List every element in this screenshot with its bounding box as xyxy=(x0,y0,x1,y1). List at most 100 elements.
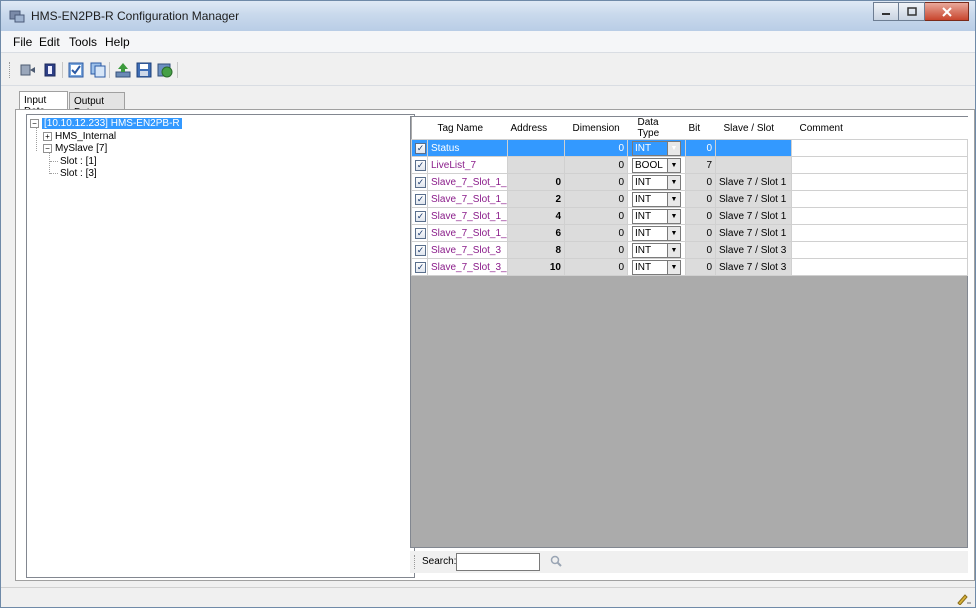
dropdown-arrow-icon[interactable]: ▼ xyxy=(667,141,680,155)
bit-cell[interactable]: 0 xyxy=(685,224,716,242)
column-header-data-type[interactable]: Data Type xyxy=(627,117,686,140)
dimension-cell[interactable]: 0 xyxy=(564,139,628,157)
tab-output-data[interactable]: Output Data xyxy=(69,92,125,118)
dimension-cell[interactable]: 0 xyxy=(564,173,628,191)
search-bar-grip[interactable] xyxy=(414,555,415,569)
tree-node-slave[interactable]: − MySlave [7] xyxy=(43,142,107,155)
dimension-cell[interactable]: 0 xyxy=(564,224,628,242)
column-header-tag-name[interactable]: Tag Name xyxy=(427,117,508,140)
data-type-dropdown[interactable]: INT ▼ xyxy=(632,208,681,224)
tag-name-cell[interactable]: LiveList_7 xyxy=(427,156,508,174)
search-icon[interactable] xyxy=(550,555,562,570)
menu-edit[interactable]: Edit xyxy=(39,35,60,49)
column-header-dimension[interactable]: Dimension xyxy=(564,117,628,140)
data-type-cell[interactable]: BOOL ▼ xyxy=(627,156,686,174)
tag-name-cell[interactable]: Slave_7_Slot_3 xyxy=(427,241,508,259)
data-type-cell[interactable]: INT ▼ xyxy=(627,190,686,208)
close-button[interactable] xyxy=(925,2,969,21)
check-all-button[interactable] xyxy=(67,61,85,79)
data-type-cell[interactable]: INT ▼ xyxy=(627,224,686,242)
tag-name-cell[interactable]: Slave_7_Slot_1_4 xyxy=(427,224,508,242)
bit-cell[interactable]: 0 xyxy=(685,241,716,259)
collapse-icon[interactable]: − xyxy=(30,118,39,128)
menu-tools[interactable]: Tools xyxy=(69,35,97,49)
column-header-bit[interactable]: Bit xyxy=(685,117,716,140)
refresh-button[interactable] xyxy=(156,61,174,79)
comment-cell[interactable] xyxy=(791,190,968,208)
comment-cell[interactable] xyxy=(791,224,968,242)
comment-cell[interactable] xyxy=(791,207,968,225)
column-header-slave-slot[interactable]: Slave / Slot xyxy=(715,117,792,140)
column-header-address[interactable]: Address xyxy=(507,117,565,140)
copy-button[interactable] xyxy=(89,61,107,79)
table-row[interactable]: ✓ Slave_7_Slot_1_3 4 0 INT ▼ 0 Slave 7 / Slot 1 xyxy=(411,207,968,225)
row-checkbox[interactable]: ✓ xyxy=(411,139,428,157)
dimension-cell[interactable]: 0 xyxy=(564,190,628,208)
row-checkbox[interactable]: ✓ xyxy=(411,156,428,174)
dimension-cell[interactable]: 0 xyxy=(564,241,628,259)
data-type-dropdown[interactable]: INT ▼ xyxy=(632,242,681,258)
minimize-button[interactable] xyxy=(873,2,899,21)
dropdown-arrow-icon[interactable]: ▼ xyxy=(667,243,680,257)
maximize-button[interactable] xyxy=(899,2,925,21)
data-type-dropdown[interactable]: BOOL ▼ xyxy=(632,157,681,173)
data-type-dropdown[interactable]: INT ▼ xyxy=(632,140,681,156)
dropdown-arrow-icon[interactable]: ▼ xyxy=(667,226,680,240)
column-header-comment[interactable]: Comment xyxy=(791,117,968,140)
dropdown-arrow-icon[interactable]: ▼ xyxy=(667,158,680,172)
dimension-cell[interactable]: 0 xyxy=(564,207,628,225)
row-checkbox[interactable]: ✓ xyxy=(411,241,428,259)
bit-cell[interactable]: 0 xyxy=(685,173,716,191)
data-type-cell[interactable]: INT ▼ xyxy=(627,139,686,157)
comment-cell[interactable] xyxy=(791,156,968,174)
tag-name-cell[interactable]: Status xyxy=(427,139,508,157)
expand-icon[interactable]: + xyxy=(43,131,52,141)
comment-cell[interactable] xyxy=(791,139,968,157)
data-type-cell[interactable]: INT ▼ xyxy=(627,173,686,191)
row-checkbox[interactable]: ✓ xyxy=(411,224,428,242)
bit-cell[interactable]: 0 xyxy=(685,207,716,225)
collapse-icon[interactable]: − xyxy=(43,143,52,153)
row-checkbox[interactable]: ✓ xyxy=(411,207,428,225)
dropdown-arrow-icon[interactable]: ▼ xyxy=(667,175,680,189)
resize-grip-icon[interactable] xyxy=(955,591,971,608)
table-row[interactable]: ✓ Slave_7_Slot_1_1 0 0 INT ▼ 0 Slave 7 / Slot 1 xyxy=(411,173,968,191)
toolbar-grip[interactable] xyxy=(9,62,12,78)
table-row[interactable]: ✓ Status 0 INT ▼ 0 xyxy=(411,139,968,157)
device-tree[interactable]: − [10.10.12.233] HMS-EN2PB-R + HMS_Interna… xyxy=(26,114,415,578)
tag-name-cell[interactable]: Slave_7_Slot_3_1 xyxy=(427,258,508,276)
menu-file[interactable]: File xyxy=(13,35,32,49)
table-row[interactable]: ✓ Slave_7_Slot_3_1 10 0 INT ▼ 0 Slave 7 / Slot … xyxy=(411,258,968,276)
title-bar[interactable]: HMS-EN2PB-R Configuration Manager xyxy=(1,1,975,31)
data-type-dropdown[interactable]: INT ▼ xyxy=(632,225,681,241)
table-row[interactable]: ✓ Slave_7_Slot_1_4 6 0 INT ▼ 0 Slave 7 / Slot 1 xyxy=(411,224,968,242)
dimension-cell[interactable]: 0 xyxy=(564,156,628,174)
data-type-cell[interactable]: INT ▼ xyxy=(627,207,686,225)
comment-cell[interactable] xyxy=(791,173,968,191)
dropdown-arrow-icon[interactable]: ▼ xyxy=(667,192,680,206)
row-checkbox[interactable]: ✓ xyxy=(411,258,428,276)
dimension-cell[interactable]: 0 xyxy=(564,258,628,276)
tree-node-root[interactable]: − [10.10.12.233] HMS-EN2PB-R xyxy=(30,117,182,130)
table-row[interactable]: ✓ Slave_7_Slot_3 8 0 INT ▼ 0 Slave 7 / Slot 3 xyxy=(411,241,968,259)
dropdown-arrow-icon[interactable]: ▼ xyxy=(667,260,680,274)
bit-cell[interactable]: 0 xyxy=(685,258,716,276)
data-type-dropdown[interactable]: INT ▼ xyxy=(632,259,681,275)
table-row[interactable]: ✓ Slave_7_Slot_1_2 2 0 INT ▼ 0 Slave 7 / Slot 1 xyxy=(411,190,968,208)
data-type-dropdown[interactable]: INT ▼ xyxy=(632,191,681,207)
tab-input-data[interactable]: Input Data xyxy=(19,91,68,117)
tag-name-cell[interactable]: Slave_7_Slot_1_2 xyxy=(427,190,508,208)
search-input[interactable] xyxy=(456,553,540,571)
row-checkbox[interactable]: ✓ xyxy=(411,173,428,191)
tree-node-slot-3[interactable]: Slot : [3] xyxy=(60,167,97,180)
bit-cell[interactable]: 0 xyxy=(685,139,716,157)
data-type-cell[interactable]: INT ▼ xyxy=(627,241,686,259)
data-type-cell[interactable]: INT ▼ xyxy=(627,258,686,276)
comment-cell[interactable] xyxy=(791,241,968,259)
settings-button[interactable] xyxy=(19,61,37,79)
bit-cell[interactable]: 7 xyxy=(685,156,716,174)
row-checkbox[interactable]: ✓ xyxy=(411,190,428,208)
device-button[interactable] xyxy=(41,61,59,79)
tag-name-cell[interactable]: Slave_7_Slot_1_1 xyxy=(427,173,508,191)
tag-name-cell[interactable]: Slave_7_Slot_1_3 xyxy=(427,207,508,225)
